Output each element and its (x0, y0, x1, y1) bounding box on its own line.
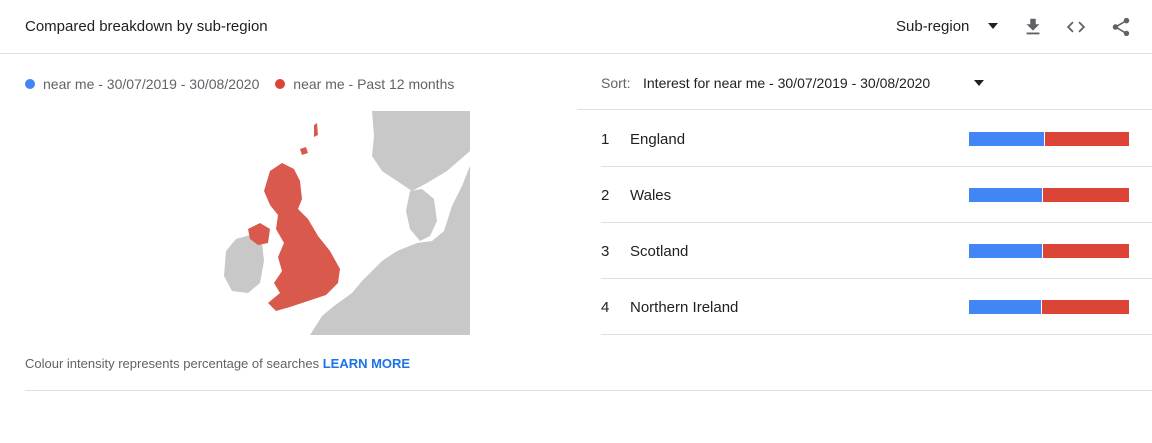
region-map[interactable] (222, 111, 470, 335)
download-icon[interactable] (1022, 16, 1044, 38)
table-row[interactable]: 3 Scotland (601, 223, 1152, 279)
footnote-text: Colour intensity represents percentage o… (25, 356, 323, 371)
widget-header: Compared breakdown by sub-region Sub-reg… (0, 0, 1152, 54)
widget-title: Compared breakdown by sub-region (25, 18, 268, 35)
region-name[interactable]: Wales (630, 187, 671, 204)
learn-more-link[interactable]: LEARN MORE (323, 356, 410, 371)
sort-label: Sort: (601, 75, 631, 91)
bar-segment-series-a (969, 188, 1042, 202)
region-name[interactable]: Scotland (630, 243, 688, 260)
bar-segment-series-b (1043, 188, 1129, 202)
table-row[interactable]: 4 Northern Ireland (601, 279, 1152, 335)
legend-label: near me - 30/07/2019 - 30/08/2020 (43, 76, 260, 92)
legend-item-series-b: near me - Past 12 months (275, 76, 454, 92)
bar-segment-series-b (1042, 300, 1129, 314)
region-list: 1 England 2 Wales 3 Scotland 4 Northern Ireland (601, 111, 1152, 335)
comparison-bar (969, 132, 1129, 146)
bar-segment-series-b (1045, 132, 1129, 146)
sort-bar: Sort: Interest for near me - 30/07/2019 … (577, 54, 1152, 110)
chevron-down-icon[interactable] (974, 80, 984, 86)
table-row[interactable]: 2 Wales (601, 167, 1152, 223)
legend-dot-blue (25, 79, 35, 89)
embed-icon[interactable] (1065, 16, 1087, 38)
region-rank: 4 (601, 299, 610, 316)
region-rank: 2 (601, 187, 610, 204)
legend-label: near me - Past 12 months (293, 76, 455, 92)
bar-segment-series-b (1043, 244, 1129, 258)
chevron-down-icon[interactable] (988, 23, 998, 29)
bar-segment-series-a (969, 132, 1044, 146)
divider (25, 390, 1152, 391)
legend: near me - 30/07/2019 - 30/08/2020 near m… (25, 76, 466, 92)
bar-segment-series-a (969, 300, 1041, 314)
sort-select[interactable]: Interest for near me - 30/07/2019 - 30/0… (643, 75, 930, 91)
table-row[interactable]: 1 England (601, 111, 1152, 167)
region-rank: 3 (601, 243, 610, 260)
share-icon[interactable] (1110, 16, 1132, 38)
region-rank: 1 (601, 131, 610, 148)
comparison-bar (969, 188, 1129, 202)
comparison-bar (969, 244, 1129, 258)
legend-item-series-a: near me - 30/07/2019 - 30/08/2020 (25, 76, 259, 92)
legend-dot-red (275, 79, 286, 89)
bar-segment-series-a (969, 244, 1042, 258)
comparison-bar (969, 300, 1129, 314)
region-name[interactable]: England (630, 131, 685, 148)
footnote: Colour intensity represents percentage o… (25, 356, 410, 371)
region-name[interactable]: Northern Ireland (630, 299, 738, 316)
resolution-select[interactable]: Sub-region (896, 18, 969, 35)
